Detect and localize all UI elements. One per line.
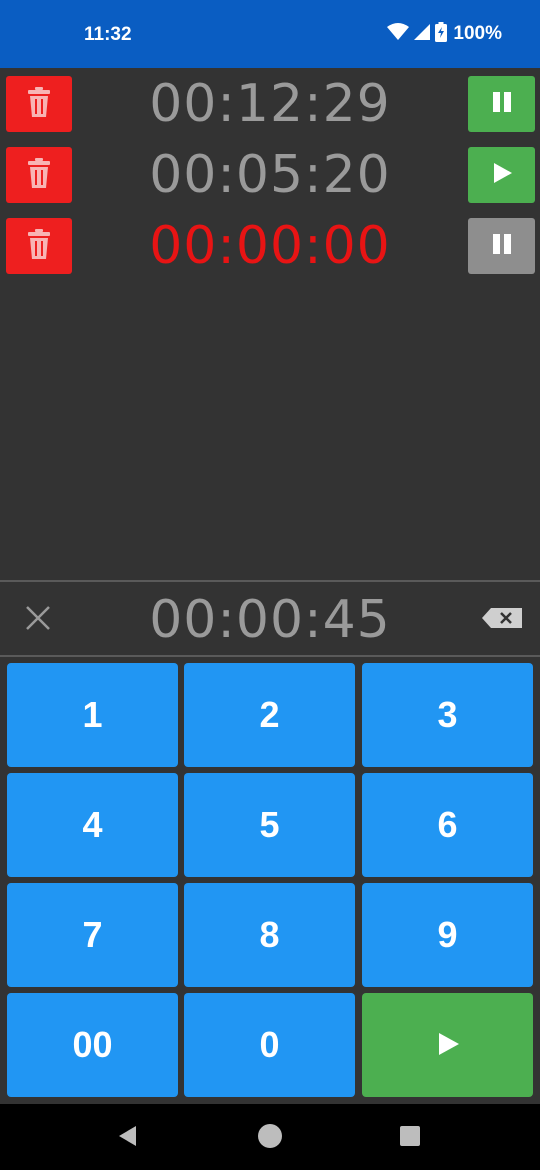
- key-5[interactable]: 5: [184, 773, 355, 877]
- keypad: 1 2 3 4 5 6 7 8 9 00 0: [0, 658, 540, 1102]
- status-bar: 11:32 100%: [0, 0, 540, 68]
- trash-icon: [27, 229, 51, 263]
- timer-time: 00:12:29: [149, 74, 391, 134]
- key-0[interactable]: 0: [184, 993, 355, 1097]
- play-icon: [435, 1024, 461, 1066]
- key-8[interactable]: 8: [184, 883, 355, 987]
- trash-icon: [27, 87, 51, 121]
- status-time: 11:32: [84, 24, 132, 45]
- back-button[interactable]: [114, 1124, 142, 1152]
- recents-square-icon: [399, 1125, 421, 1151]
- status-icons: 100%: [387, 22, 502, 46]
- delete-timer-button[interactable]: [6, 218, 72, 274]
- recents-button[interactable]: [396, 1124, 424, 1152]
- key-6[interactable]: 6: [362, 773, 533, 877]
- home-button[interactable]: [256, 1124, 284, 1152]
- navigation-bar: [0, 1104, 540, 1170]
- key-4[interactable]: 4: [7, 773, 178, 877]
- timer-time-expired: 00:00:00: [149, 216, 391, 276]
- backspace-icon: [481, 607, 523, 633]
- battery-charging-icon: [435, 22, 448, 46]
- key-3[interactable]: 3: [362, 663, 533, 767]
- play-timer-button[interactable]: [468, 147, 535, 203]
- clear-input-button[interactable]: [20, 602, 56, 638]
- start-timer-button[interactable]: [362, 993, 533, 1097]
- pause-timer-button-disabled[interactable]: [468, 218, 535, 274]
- key-00[interactable]: 00: [7, 993, 178, 1097]
- play-icon: [490, 161, 514, 189]
- key-1[interactable]: 1: [7, 663, 178, 767]
- time-input-row: 00:00:45: [0, 582, 540, 656]
- battery-percent: 100%: [453, 23, 502, 44]
- delete-timer-button[interactable]: [6, 76, 72, 132]
- key-9[interactable]: 9: [362, 883, 533, 987]
- timer-row: 00:00:00: [0, 216, 540, 276]
- delete-timer-button[interactable]: [6, 147, 72, 203]
- pause-icon: [490, 232, 514, 260]
- home-circle-icon: [257, 1123, 283, 1153]
- backspace-button[interactable]: [478, 606, 526, 634]
- key-7[interactable]: 7: [7, 883, 178, 987]
- timer-row: 00:12:29: [0, 74, 540, 134]
- timer-row: 00:05:20: [0, 145, 540, 205]
- key-2[interactable]: 2: [184, 663, 355, 767]
- input-time-display: 00:00:45: [149, 590, 391, 650]
- pause-icon: [490, 90, 514, 118]
- back-triangle-icon: [116, 1124, 140, 1152]
- divider: [0, 655, 540, 657]
- timer-time: 00:05:20: [149, 145, 391, 205]
- pause-timer-button[interactable]: [468, 76, 535, 132]
- signal-icon: [413, 23, 431, 45]
- close-icon: [25, 605, 51, 635]
- trash-icon: [27, 158, 51, 192]
- wifi-icon: [387, 23, 410, 45]
